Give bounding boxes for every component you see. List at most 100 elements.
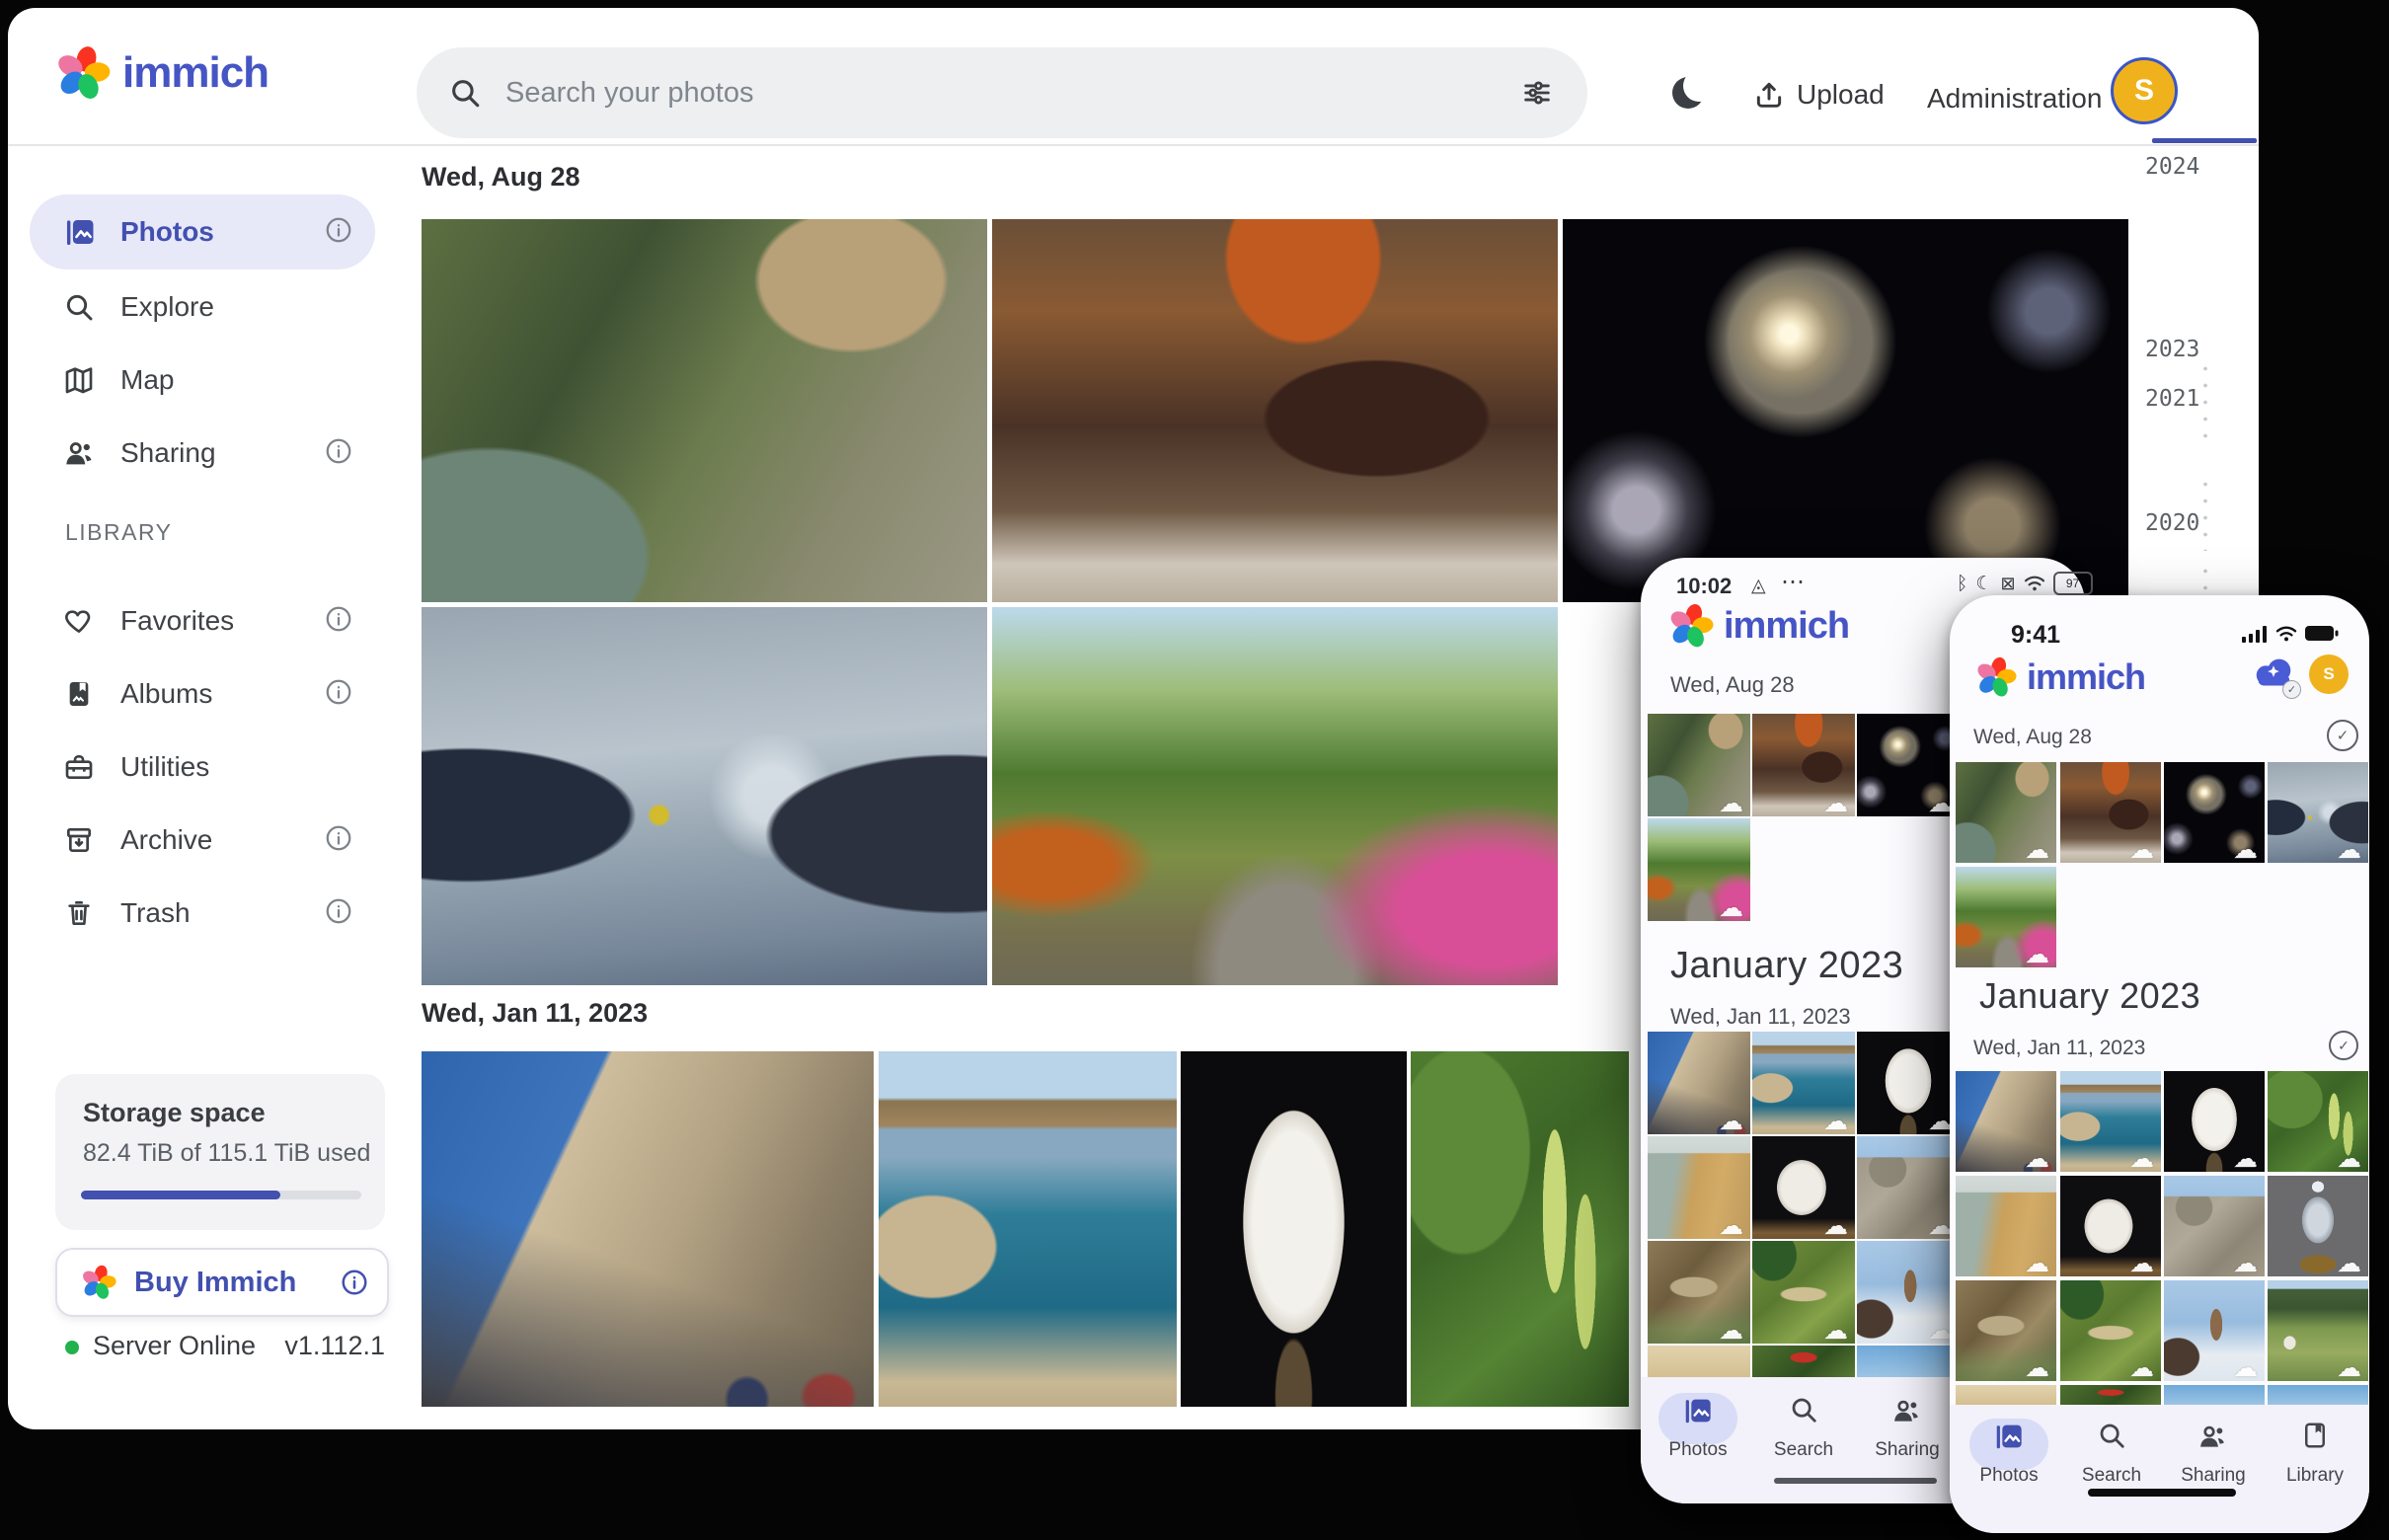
sidebar-item-trash[interactable]: Trash [8,877,403,950]
info-icon[interactable] [324,677,353,712]
photo-fireworks[interactable] [1563,219,2128,602]
phone1-nav-photos[interactable]: Photos [1649,1395,1747,1461]
sidebar-item-explore[interactable]: Explore [8,270,403,344]
buy-immich-button[interactable]: Buy Immich [55,1248,389,1317]
scrubber-year-2020[interactable]: 2020 [2145,510,2199,536]
phone2-nav-search[interactable]: Search [2062,1421,2161,1487]
user-avatar[interactable]: S [2111,57,2178,124]
thumb-ruins[interactable]: ☁ [2164,1176,2265,1276]
explore-search-icon [63,291,97,323]
scrubber-year-2021[interactable]: 2021 [2145,386,2199,412]
info-icon[interactable] [324,436,353,471]
thumb-sky[interactable] [1857,1346,1960,1377]
scrubber-year-2024[interactable]: 2024 [2145,154,2199,180]
thumb-beach-cliff[interactable]: ☁ [1956,1176,2056,1276]
photo-autumn-path[interactable] [992,607,1558,985]
photo-seagrape-plant[interactable] [1411,1051,1629,1407]
thumb-beach-cliff[interactable]: ☁ [1648,1136,1750,1239]
thumb-dinner-table[interactable]: ☁ [2060,762,2161,863]
administration-link[interactable]: Administration [1927,83,2102,115]
thumb-fortress[interactable]: ☁ [1648,1032,1750,1134]
photo-coastal-town[interactable] [879,1051,1177,1407]
scrubber-ticks[interactable] [2203,563,2207,590]
thumb-seagrape[interactable]: ☁ [2268,1071,2368,1172]
phone2-home-indicator[interactable] [2088,1489,2236,1497]
photo-jungle-monkeys[interactable] [422,219,987,602]
phone1-nav-search[interactable]: Search [1754,1395,1853,1461]
thumb-coastal[interactable]: ☁ [2060,1071,2161,1172]
sidebar-item-photos[interactable]: Photos [8,195,403,269]
photo-holding-hands[interactable] [422,607,987,985]
sidebar-item-sharing[interactable]: Sharing [8,417,403,490]
dark-mode-toggle[interactable] [1672,77,1704,109]
info-icon[interactable] [324,896,353,931]
thumb-sand[interactable] [1648,1346,1750,1377]
thumb-red-plant[interactable] [1752,1346,1855,1377]
sidebar-item-archive[interactable]: Archive [8,804,403,877]
thumb-sky[interactable] [2164,1385,2265,1405]
thumb-sculpture[interactable]: ☁ [2060,1176,2161,1276]
thumb-sand[interactable] [1956,1385,2056,1405]
info-icon[interactable] [324,215,353,250]
phone1-date-heading: Wed, Aug 28 [1670,672,1795,698]
thumb-jungle-monkeys[interactable]: ☁ [1956,762,2056,863]
thumb-holding-hands[interactable]: ☁ [2268,762,2368,863]
scrubber-ticks[interactable] [2203,360,2207,439]
sidebar-label: Map [120,364,174,396]
sidebar-item-utilities[interactable]: Utilities [8,731,403,804]
thumb-snow-village[interactable]: ☁ [2164,1280,2265,1381]
battery-icon: 97 [2053,572,2093,595]
sim-icon: ⊠ [2000,574,2015,594]
thumb-coastal[interactable]: ☁ [1752,1032,1855,1134]
scrubber-year-2023[interactable]: 2023 [2145,337,2199,362]
thumb-bust[interactable]: ☁ [2164,1071,2265,1172]
thumb-fireworks[interactable]: ☁ [2164,762,2265,863]
photo-marble-bust[interactable] [1181,1051,1407,1407]
phone2-nav-photos[interactable]: Photos [1960,1421,2058,1487]
thumb-snow-village[interactable]: ☁ [1857,1241,1960,1344]
thumb-lizard-rocks[interactable]: ☁ [1648,1241,1750,1344]
archive-icon [63,824,97,856]
thumb-bust[interactable]: ☁ [1857,1032,1960,1134]
thumb-jungle-monkeys[interactable]: ☁ [1648,714,1750,816]
backup-cloud-icon[interactable]: ✓ [2250,654,2297,697]
photo-dinner-table[interactable] [992,219,1558,602]
phone2-nav-library[interactable]: Library [2266,1421,2364,1487]
sidebar-item-map[interactable]: Map [8,344,403,417]
thumb-sky[interactable] [2268,1385,2368,1405]
cloud-icon: ☁ [1823,791,1848,815]
search-input[interactable] [503,76,1520,111]
phone1-home-indicator[interactable] [1774,1478,1937,1484]
scrubber-ticks[interactable] [2203,476,2207,551]
thumb-ruins[interactable]: ☁ [1857,1136,1960,1239]
phone2-nav-sharing[interactable]: Sharing [2164,1421,2263,1487]
thumb-ornate-silver[interactable]: ☁ [2268,1176,2368,1276]
info-icon[interactable] [324,604,353,639]
search-bar[interactable] [417,47,1587,138]
immich-flower-icon [1975,656,2017,698]
cloud-icon: ☁ [2337,1355,2361,1380]
app-logo[interactable]: immich [55,45,269,101]
select-all-check-icon[interactable]: ✓ [2327,720,2358,751]
search-filter-icon[interactable] [1520,76,1554,110]
thumb-autumn-path[interactable]: ☁ [1648,818,1750,921]
info-icon[interactable] [324,823,353,858]
phone2-avatar[interactable]: S [2309,654,2349,694]
phone1-nav-sharing[interactable]: Sharing [1858,1395,1957,1461]
thumb-alpine-village[interactable]: ☁ [2268,1280,2368,1381]
thumb-sculpture[interactable]: ☁ [1752,1136,1855,1239]
thumb-lizard-moss[interactable]: ☁ [1752,1241,1855,1344]
sidebar-item-albums[interactable]: Albums [8,657,403,731]
thumb-dinner-table[interactable]: ☁ [1752,714,1855,816]
thumb-autumn-path[interactable]: ☁ [1956,867,2056,967]
sidebar-item-favorites[interactable]: Favorites [8,584,403,657]
info-icon[interactable] [340,1268,369,1297]
upload-button[interactable]: Upload [1753,79,1885,111]
thumb-lizard-moss[interactable]: ☁ [2060,1280,2161,1381]
thumb-fortress[interactable]: ☁ [1956,1071,2056,1172]
photo-fortress-walls[interactable] [422,1051,874,1407]
thumb-fireworks[interactable]: ☁ [1857,714,1960,816]
select-all-check-icon[interactable]: ✓ [2329,1031,2358,1060]
thumb-lizard-rocks[interactable]: ☁ [1956,1280,2056,1381]
thumb-red-plant[interactable] [2060,1385,2161,1405]
